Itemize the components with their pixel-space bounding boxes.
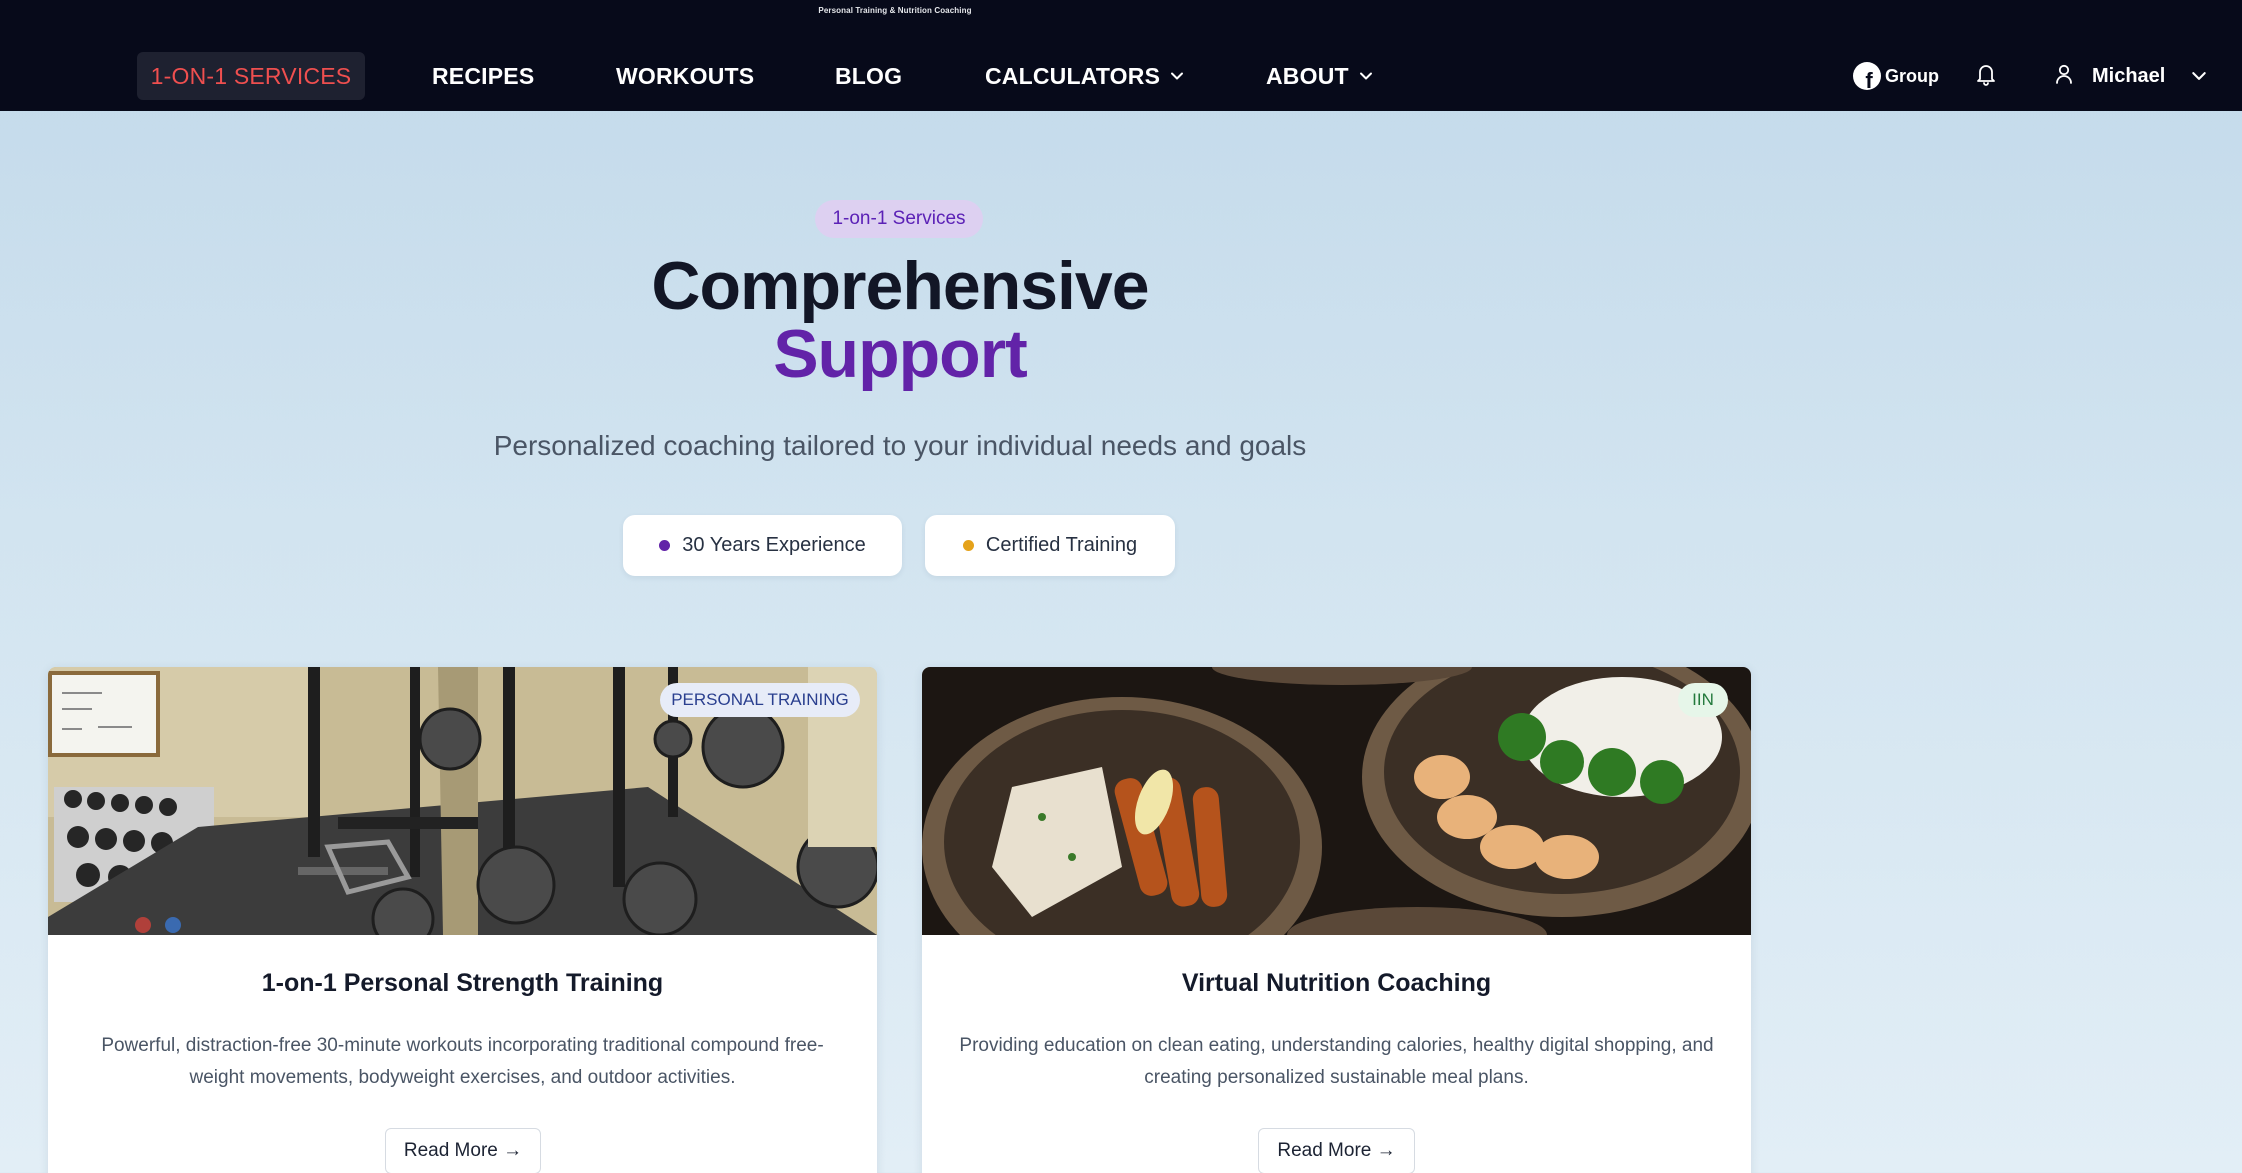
top-navigation-bar: Personal Training & Nutrition Coaching 1… xyxy=(0,0,2242,111)
group-label: Group xyxy=(1885,65,1939,86)
bell-icon xyxy=(1975,62,1997,91)
certified-badge: Certified Training xyxy=(925,515,1175,576)
gym-photo: PERSONAL TRAINING xyxy=(48,667,877,935)
card-category-tag: PERSONAL TRAINING xyxy=(660,683,860,717)
nav-item-about[interactable]: ABOUT xyxy=(1266,52,1373,100)
site-tagline: Personal Training & Nutrition Coaching xyxy=(818,6,972,15)
nav-label: ABOUT xyxy=(1266,62,1349,89)
gold-dot-icon xyxy=(962,540,974,551)
user-menu[interactable]: Michael xyxy=(2054,58,2207,94)
title-line-2: Support xyxy=(773,316,1028,392)
chevron-down-icon xyxy=(1170,69,1184,83)
card-description: Powerful, distraction-free 30-minute wor… xyxy=(101,1035,824,1088)
read-more-button[interactable]: Read More → xyxy=(1258,1128,1415,1173)
card-title: 1-on-1 Personal Strength Training xyxy=(261,969,664,997)
purple-dot-icon xyxy=(659,540,671,551)
user-name: Michael xyxy=(2092,64,2166,87)
nav-item-blog[interactable]: BLOG xyxy=(835,52,902,100)
notifications-button[interactable] xyxy=(1975,58,1997,94)
chevron-down-icon xyxy=(2191,68,2207,84)
read-more-button[interactable]: Read More → xyxy=(385,1128,541,1173)
page-subtitle: Personalized coaching tailored to your i… xyxy=(493,430,1307,461)
user-icon xyxy=(2054,63,2074,90)
page-title: Comprehensive Support xyxy=(560,252,1240,388)
nav-item-calculators[interactable]: CALCULATORS xyxy=(985,52,1184,100)
card-category-tag: IIN xyxy=(1678,683,1728,717)
title-line-1: Comprehensive xyxy=(651,248,1149,324)
section-pill: 1-on-1 Services xyxy=(815,200,983,238)
chevron-down-icon xyxy=(1359,69,1373,83)
nav-item-workouts[interactable]: WORKOUTS xyxy=(616,52,754,100)
nav-label: 1-ON-1 SERVICES xyxy=(150,62,352,89)
facebook-group-link[interactable]: f Group xyxy=(1853,58,1939,94)
service-card-personal-training: PERSONAL TRAINING 1-on-1 Personal Streng… xyxy=(48,667,877,1173)
nav-item-1on1-services[interactable]: 1-ON-1 SERVICES xyxy=(137,52,365,100)
nav-label: WORKOUTS xyxy=(616,62,755,89)
badge-label: Certified Training xyxy=(985,534,1138,556)
card-title: Virtual Nutrition Coaching xyxy=(1181,969,1492,997)
card-description: Providing education on clean eating, und… xyxy=(959,1035,1714,1088)
nav-item-recipes[interactable]: RECIPES xyxy=(432,52,534,100)
facebook-icon: f xyxy=(1853,62,1881,90)
service-card-nutrition-coaching: IIN Virtual Nutrition Coaching Providing… xyxy=(922,667,1751,1173)
meal-bowls-photo: IIN xyxy=(922,667,1751,935)
nav-label: CALCULATORS xyxy=(985,62,1161,89)
badge-label: 30 Years Experience xyxy=(682,534,866,556)
experience-badge: 30 Years Experience xyxy=(623,515,902,576)
nav-label: BLOG xyxy=(835,62,903,89)
nav-label: RECIPES xyxy=(432,62,535,89)
